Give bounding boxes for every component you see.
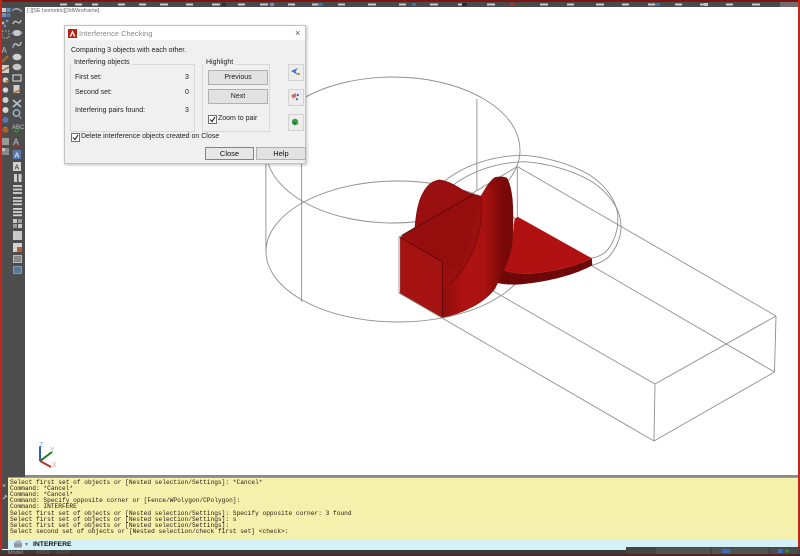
svg-text:Y: Y xyxy=(50,447,55,454)
svg-text:A: A xyxy=(15,153,20,160)
svg-text:X: X xyxy=(52,462,57,469)
svg-text:A: A xyxy=(2,46,8,55)
svg-text:Z: Z xyxy=(39,442,44,449)
svg-text:A: A xyxy=(15,165,20,172)
